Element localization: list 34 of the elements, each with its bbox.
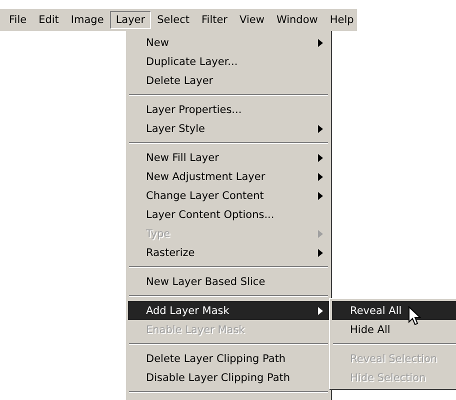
submenu-arrow-icon xyxy=(318,124,323,132)
menu-bar-item[interactable]: Image xyxy=(64,11,110,29)
menu-item[interactable]: New Layer Based Slice xyxy=(128,272,329,291)
menu-bar-item[interactable]: Filter xyxy=(196,11,234,29)
menu-item[interactable]: Delete Layer xyxy=(128,71,329,90)
menu-item[interactable]: Add Layer Mask xyxy=(128,301,329,320)
menu-bar-item[interactable]: View xyxy=(234,11,270,29)
menu-bar-item[interactable]: Layer xyxy=(110,11,152,29)
menu-item[interactable]: New Adjustment Layer xyxy=(128,167,329,186)
menu-item[interactable]: Rasterize xyxy=(128,243,329,262)
submenu-arrow-icon xyxy=(318,154,323,162)
menu-bar-item[interactable]: Select xyxy=(151,11,196,29)
menu-item[interactable]: Disable Layer Clipping Path xyxy=(128,368,329,387)
submenu-arrow-icon xyxy=(318,172,323,180)
menu-bar-item[interactable]: Window xyxy=(270,11,324,29)
menu-bar-item[interactable]: Help xyxy=(324,11,360,29)
menu-bar-item[interactable]: File xyxy=(3,11,33,29)
menu-bar-item[interactable]: Edit xyxy=(32,11,65,29)
menu-item[interactable]: New xyxy=(128,33,329,52)
menu-item[interactable]: Change Layer Content xyxy=(128,186,329,205)
submenu-arrow-icon xyxy=(318,248,323,256)
submenu-arrow-icon xyxy=(318,38,323,46)
menu-item[interactable]: Layer Content Options... xyxy=(128,205,329,224)
menu-item[interactable]: Reveal All xyxy=(332,301,456,320)
submenu-arrow-icon xyxy=(318,192,323,200)
menu-item[interactable]: Layer Properties... xyxy=(128,100,329,119)
menu-item[interactable]: Delete Layer Clipping Path xyxy=(128,349,329,368)
menu-item[interactable]: Hide All xyxy=(332,320,456,339)
menu-item[interactable]: Layer Style xyxy=(128,119,329,138)
submenu-arrow-icon xyxy=(318,230,323,238)
submenu-arrow-icon xyxy=(318,306,323,314)
menu-item[interactable]: New Fill Layer xyxy=(128,148,329,167)
menu-item[interactable]: Duplicate Layer... xyxy=(128,52,329,71)
mouse-cursor-icon xyxy=(408,306,421,326)
